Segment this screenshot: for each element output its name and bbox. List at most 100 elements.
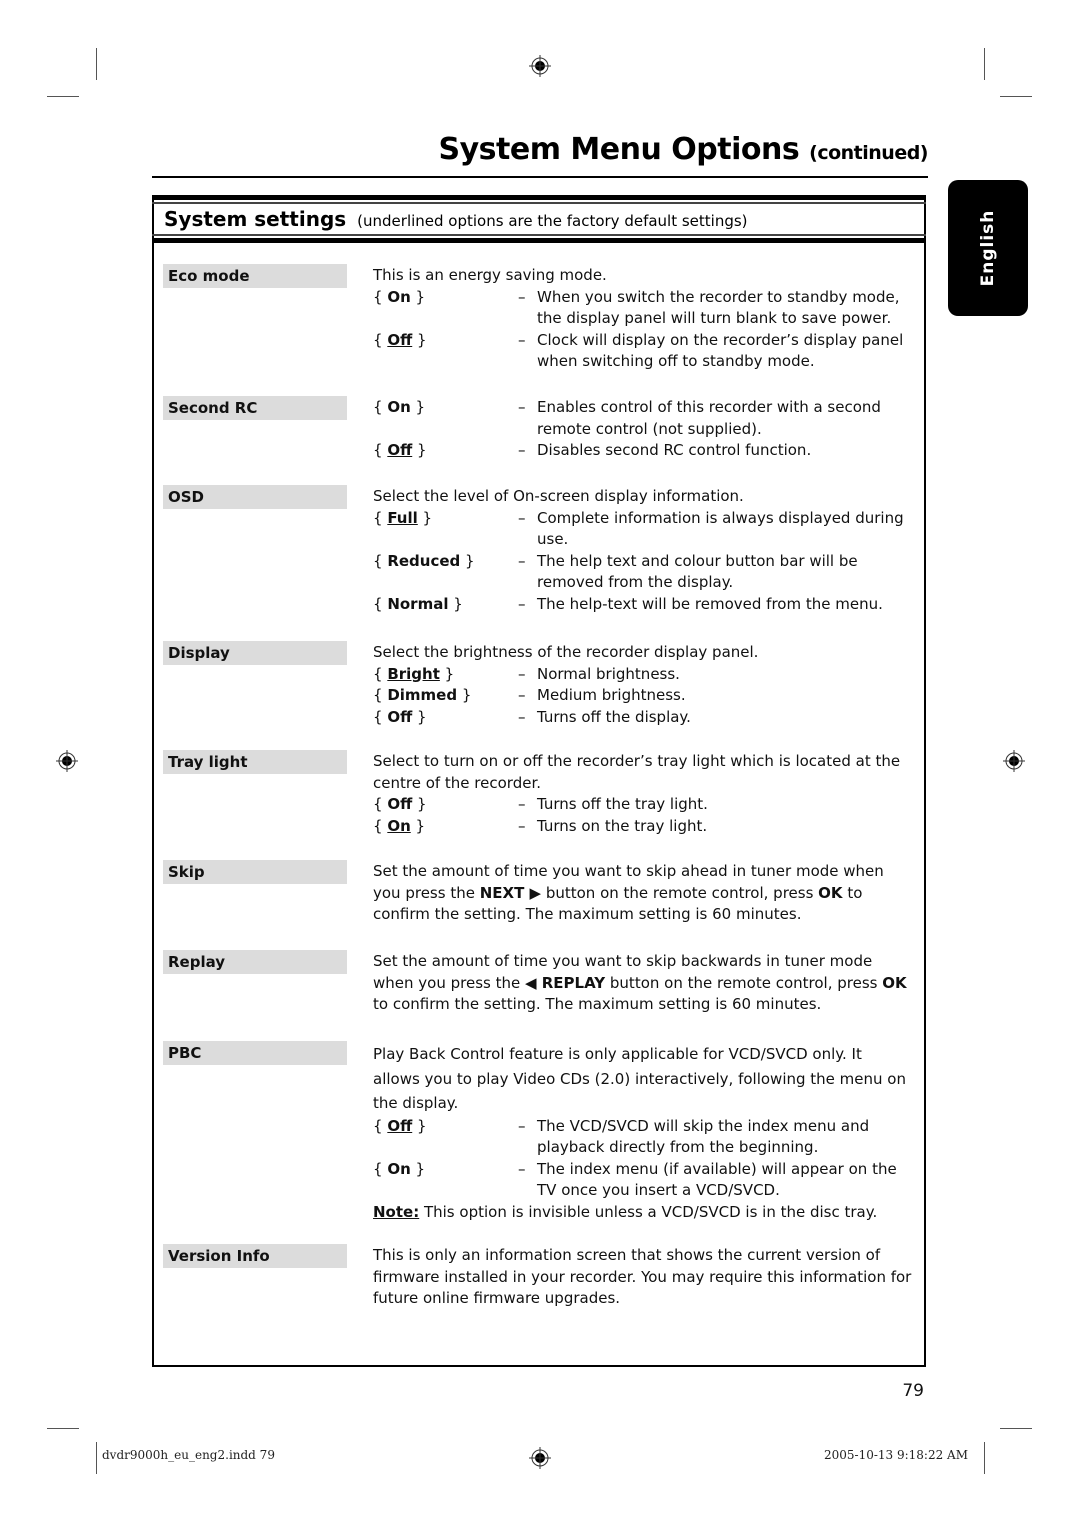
option-description: Complete information is always displayed…: [518, 508, 913, 551]
option-value: On: [387, 1159, 411, 1178]
section-header: System settings (underlined options are …: [152, 195, 926, 247]
crop-mark: [1000, 96, 1032, 97]
setting-description: Select the brightness of the recorder di…: [373, 643, 759, 661]
section-rule: [152, 234, 926, 236]
description-text: to confirm the setting. The maximum sett…: [373, 995, 822, 1013]
option-item: { Bright } Normal brightness.: [373, 664, 913, 686]
option-key: { Bright }: [373, 664, 455, 683]
setting-description: Play Back Control feature is only applic…: [373, 1045, 906, 1112]
option-key: { Full }: [373, 508, 433, 527]
section-rule: [152, 202, 926, 204]
button-name: OK: [818, 883, 843, 902]
setting-body: Set the amount of time you want to skip …: [373, 861, 913, 926]
description-text: button on the remote control, press: [605, 973, 883, 992]
note-label: Note:: [373, 1202, 420, 1221]
setting-name: OSD: [163, 485, 347, 509]
option-description: The VCD/SVCD will skip the index menu an…: [518, 1116, 913, 1159]
setting-body: Set the amount of time you want to skip …: [373, 951, 913, 1016]
setting-description: Set the amount of time you want to skip …: [373, 861, 913, 926]
option-key: { Dimmed }: [373, 686, 472, 704]
section-rule: [152, 238, 926, 243]
option-value: Off: [387, 795, 413, 813]
option-item: { On } The index menu (if available) will…: [373, 1159, 913, 1202]
option-item: { Dimmed } Medium brightness.: [373, 685, 913, 707]
description-text: button on the remote control, press: [541, 883, 819, 902]
registration-mark-icon: [56, 750, 78, 772]
setting-description: This is only an information screen that …: [373, 1246, 912, 1307]
registration-mark-icon: [529, 1447, 551, 1469]
option-key: { Off }: [373, 330, 427, 349]
setting-description: Set the amount of time you want to skip …: [373, 951, 913, 1016]
footer-timestamp: 2005-10-13 9:18:22 AM: [823, 1448, 968, 1462]
registration-mark-icon: [1003, 750, 1025, 772]
option-description: The index menu (if available) will appea…: [518, 1159, 913, 1202]
button-name: ◀ REPLAY: [524, 973, 606, 992]
option-key: { Normal }: [373, 594, 463, 613]
option-value: Normal: [387, 594, 449, 613]
option-description: Medium brightness.: [518, 685, 913, 707]
button-name: NEXT ▶: [479, 883, 542, 902]
option-item: { Reduced } The help text and colour butt…: [373, 551, 913, 594]
option-key: { Off }: [373, 1116, 427, 1135]
crop-mark: [47, 96, 79, 97]
option-item: { On } Enables control of this recorder w…: [373, 397, 913, 440]
crop-mark: [984, 48, 985, 80]
setting-name: Second RC: [163, 396, 347, 420]
option-key: { Off }: [373, 707, 427, 726]
setting-name: Tray light: [163, 750, 347, 774]
page-title: System Menu Options (continued): [438, 132, 928, 167]
crop-mark: [96, 1442, 97, 1474]
page-title-text: System Menu Options: [438, 132, 800, 167]
option-item: { Off } Turns off the display.: [373, 707, 913, 729]
option-item: { On } When you switch the recorder to st…: [373, 287, 913, 330]
setting-body: Select the brightness of the recorder di…: [373, 642, 913, 728]
option-key: { On }: [373, 816, 426, 835]
section-title: System settings (underlined options are …: [164, 207, 748, 231]
option-default-value: Off: [387, 441, 413, 459]
setting-name: Version Info: [163, 1244, 347, 1268]
option-value: On: [387, 287, 411, 306]
option-description: Normal brightness.: [518, 664, 913, 686]
setting-body: Select the level of On-screen display in…: [373, 486, 913, 615]
option-item: { Off } Disables second RC control functi…: [373, 440, 913, 462]
section-rule: [152, 195, 926, 200]
option-key: { On }: [373, 1159, 426, 1178]
setting-description: Select to turn on or off the recorder’s …: [373, 752, 901, 792]
option-item: { Full } Complete information is always d…: [373, 508, 913, 551]
option-default-value: Off: [387, 1116, 413, 1135]
option-item: { Off } Turns off the tray light.: [373, 794, 913, 816]
setting-body: { On } Enables control of this recorder w…: [373, 397, 913, 462]
option-value: Dimmed: [387, 686, 458, 704]
crop-mark: [96, 48, 97, 80]
button-name: OK: [882, 973, 907, 992]
note-text: This option is invisible unless a VCD/SV…: [419, 1202, 878, 1221]
setting-name: PBC: [163, 1041, 347, 1065]
option-value: On: [387, 398, 411, 416]
option-item: { Off } The VCD/SVCD will skip the index …: [373, 1116, 913, 1159]
page-number: 79: [902, 1381, 924, 1401]
crop-mark: [984, 1442, 985, 1474]
option-key: { Off }: [373, 441, 427, 459]
option-key: { On }: [373, 398, 426, 416]
option-default-value: Bright: [387, 664, 440, 683]
option-default-value: Off: [387, 330, 413, 349]
option-value: Off: [387, 707, 413, 726]
option-description: Clock will display on the recorder’s dis…: [518, 330, 913, 373]
option-description: The help text and colour button bar will…: [518, 551, 913, 594]
option-description: The help-text will be removed from the m…: [518, 594, 913, 616]
section-subtitle: (underlined options are the factory defa…: [357, 212, 748, 230]
section-title-text: System settings: [164, 207, 347, 231]
option-description: Enables control of this recorder with a …: [518, 397, 913, 440]
crop-mark: [47, 1428, 79, 1429]
option-key: { Off }: [373, 795, 427, 813]
option-description: Turns off the display.: [518, 707, 913, 729]
title-rule: [152, 176, 928, 178]
setting-description: Select the level of On-screen display in…: [373, 487, 744, 505]
crop-mark: [1000, 1428, 1032, 1429]
setting-body: Select to turn on or off the recorder’s …: [373, 751, 913, 837]
option-description: Turns off the tray light.: [518, 794, 913, 816]
setting-name: Skip: [163, 860, 347, 884]
option-description: Disables second RC control function.: [518, 440, 913, 462]
setting-body: This is an energy saving mode. { On } When…: [373, 265, 913, 373]
option-key: { On }: [373, 287, 426, 306]
